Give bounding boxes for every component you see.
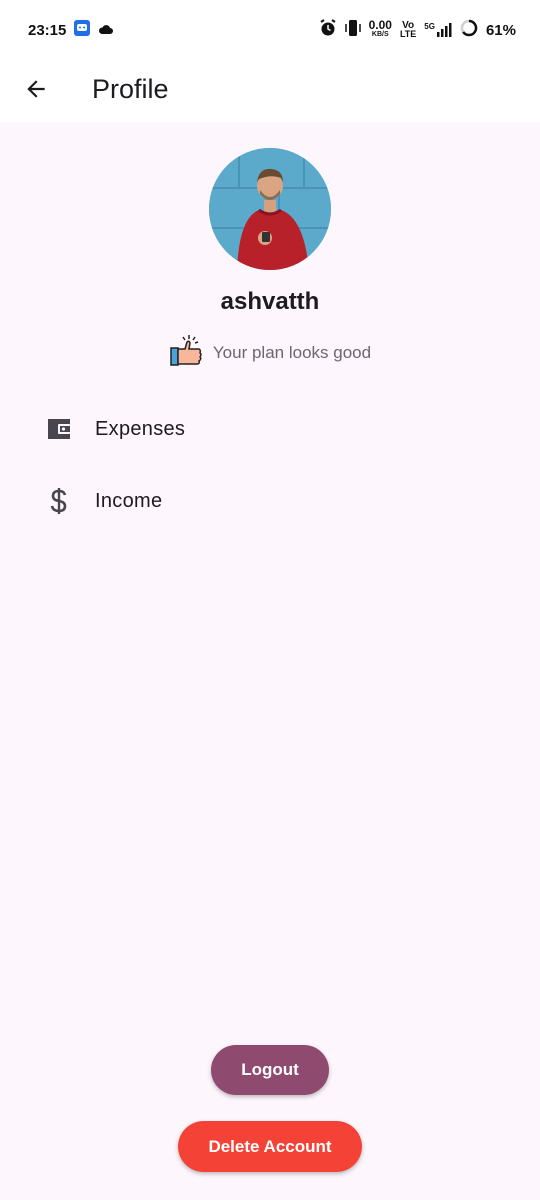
vibrate-icon [344,19,361,41]
thumbs-up-icon [169,333,203,372]
wallet-icon [44,414,74,444]
dollar-icon [44,486,74,516]
plan-status: Your plan looks good [0,333,540,372]
username: ashvatth [220,288,320,315]
app-bar: Profile [0,60,540,122]
status-time: 23:15 [28,21,67,39]
status-bar: 23:15 0.00 KB/S Vo LTE 5G 61% [0,0,540,60]
volte-bottom: LTE [399,29,417,39]
messaging-app-icon [74,20,91,40]
back-button[interactable] [16,71,56,111]
battery-level: 61% [485,21,516,39]
signal-icon: 5G [424,22,452,38]
alarm-icon [319,19,337,41]
delete-account-button[interactable]: Delete Account [178,1121,362,1172]
status-right: 0.00 KB/S Vo LTE 5G 61% [319,19,516,41]
volte-indicator: Vo LTE [400,21,416,39]
plan-message: Your plan looks good [212,342,372,362]
status-left: 23:15 [28,20,114,40]
avatar[interactable] [209,148,331,270]
menu-item-expenses[interactable]: Expenses [0,397,540,461]
cloud-icon [98,22,114,39]
arrow-left-icon [23,76,49,107]
net-speed-unit: KB/S [371,31,389,38]
menu-label-income: Income [95,489,163,512]
menu-label-expenses: Expenses [95,417,186,440]
page-title: Profile [92,74,169,104]
net-speed-value: 0.00 [368,18,392,32]
battery-ring-icon [460,19,478,41]
menu-item-income[interactable]: Income [0,469,540,533]
logout-button[interactable]: Logout [211,1045,329,1095]
network-type: 5G [424,22,435,31]
net-speed: 0.00 KB/S [368,18,392,39]
